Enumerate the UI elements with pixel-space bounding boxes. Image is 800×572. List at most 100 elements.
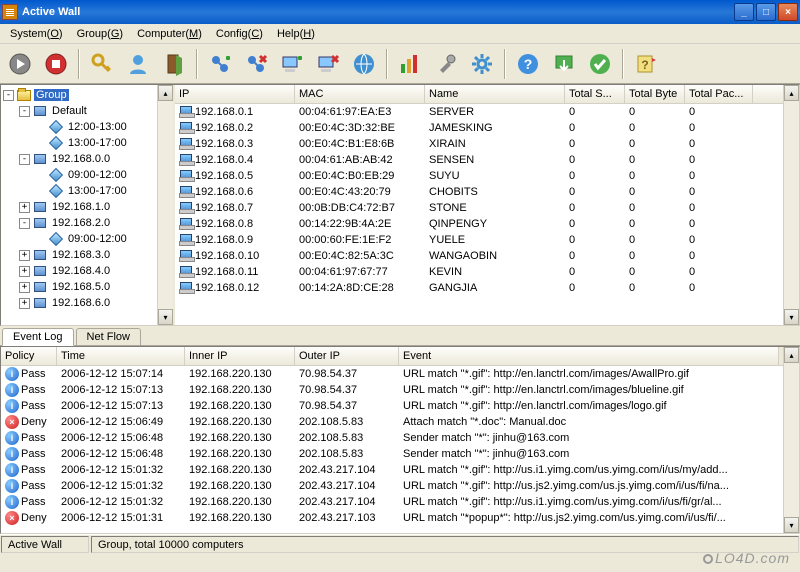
table-row[interactable]: ×Deny2006-12-12 15:01:31192.168.220.1302… [1, 510, 783, 526]
toolbar-comp-add-button[interactable] [276, 48, 308, 80]
table-row[interactable]: 192.168.0.200:E0:4C:3D:32:BEJAMESKING000 [175, 120, 783, 136]
expand-icon[interactable]: - [19, 106, 30, 117]
tree-label[interactable]: 192.168.1.0 [50, 201, 112, 213]
column-header[interactable]: Name [425, 85, 565, 103]
column-header[interactable]: Total Byte [625, 85, 685, 103]
scroll-track[interactable] [784, 363, 799, 517]
toolbar-world-button[interactable] [348, 48, 380, 80]
scroll-down-button[interactable]: ▾ [784, 309, 799, 325]
table-row[interactable]: iPass2006-12-12 15:01:32192.168.220.1302… [1, 462, 783, 478]
scrollbar[interactable]: ▴ ▾ [783, 85, 799, 325]
toolbar-user-button[interactable] [122, 48, 154, 80]
column-header[interactable]: IP [175, 85, 295, 103]
scroll-track[interactable] [158, 101, 173, 309]
expand-icon[interactable]: + [19, 298, 30, 309]
toolbar-door-button[interactable] [158, 48, 190, 80]
toolbar-help-button[interactable]: ? [512, 48, 544, 80]
menu-group[interactable]: Group(G) [71, 26, 129, 42]
scroll-track[interactable] [784, 101, 799, 309]
scrollbar[interactable]: ▴ ▾ [157, 85, 173, 325]
toolbar-tools-button[interactable] [430, 48, 462, 80]
tree-node[interactable]: - 192.168.0.0 [3, 151, 171, 167]
tree-node[interactable]: 13:00-17:00 [3, 183, 171, 199]
table-row[interactable]: ×Deny2006-12-12 15:06:49192.168.220.1302… [1, 414, 783, 430]
tree-node[interactable]: +192.168.6.0 [3, 295, 171, 311]
scroll-up-button[interactable]: ▴ [784, 85, 799, 101]
toolbar-stop-button[interactable] [40, 48, 72, 80]
expand-icon[interactable]: + [19, 282, 30, 293]
tree-node[interactable]: +192.168.4.0 [3, 263, 171, 279]
tree-label[interactable]: Default [50, 105, 89, 117]
tree-node[interactable]: 12:00-13:00 [3, 119, 171, 135]
tree-label[interactable]: 192.168.5.0 [50, 281, 112, 293]
tree-label[interactable]: 192.168.3.0 [50, 249, 112, 261]
menu-computer[interactable]: Computer(M) [131, 26, 208, 42]
column-header[interactable]: Total S... [565, 85, 625, 103]
tree-label[interactable]: 192.168.6.0 [50, 297, 112, 309]
tree-node[interactable]: 09:00-12:00 [3, 231, 171, 247]
tree-label[interactable]: 192.168.0.0 [50, 153, 112, 165]
tree-root[interactable]: - Group [3, 87, 171, 103]
table-row[interactable]: iPass2006-12-12 15:07:13192.168.220.1307… [1, 398, 783, 414]
tree-node[interactable]: - Default [3, 103, 171, 119]
group-tree[interactable]: - Group - Default 12:00-13:00 13:00-17:00 - 1… [1, 85, 175, 325]
table-row[interactable]: 192.168.0.100:04:61:97:EA:E3SERVER000 [175, 104, 783, 120]
toolbar-comp-del-button[interactable] [312, 48, 344, 80]
table-row[interactable]: iPass2006-12-12 15:06:48192.168.220.1302… [1, 430, 783, 446]
tree-node[interactable]: 13:00-17:00 [3, 135, 171, 151]
table-row[interactable]: 192.168.0.500:E0:4C:B0:EB:29SUYU000 [175, 168, 783, 184]
table-row[interactable]: 192.168.0.800:14:22:9B:4A:2EQINPENGY000 [175, 216, 783, 232]
table-row[interactable]: 192.168.0.1200:14:2A:8D:CE:28GANGJIA000 [175, 280, 783, 296]
expand-icon[interactable]: - [19, 154, 30, 165]
table-row[interactable]: iPass2006-12-12 15:01:32192.168.220.1302… [1, 494, 783, 510]
table-row[interactable]: 192.168.0.300:E0:4C:B1:E8:6BXIRAIN000 [175, 136, 783, 152]
tree-node[interactable]: +192.168.5.0 [3, 279, 171, 295]
toolbar-check-button[interactable] [584, 48, 616, 80]
toolbar-play-button[interactable] [4, 48, 36, 80]
toolbar-gear-button[interactable] [466, 48, 498, 80]
toolbar-chart-button[interactable] [394, 48, 426, 80]
tree-node[interactable]: +192.168.1.0 [3, 199, 171, 215]
table-row[interactable]: 192.168.0.1100:04:61:97:67:77KEVIN000 [175, 264, 783, 280]
table-row[interactable]: 192.168.0.400:04:61:AB:AB:42SENSEN000 [175, 152, 783, 168]
toolbar-net-add-button[interactable] [204, 48, 236, 80]
event-log-body[interactable]: iPass2006-12-12 15:07:14192.168.220.1307… [1, 366, 799, 533]
menu-system[interactable]: System(O) [4, 26, 69, 42]
tab-net-flow[interactable]: Net Flow [76, 328, 141, 345]
table-row[interactable]: iPass2006-12-12 15:06:48192.168.220.1302… [1, 446, 783, 462]
tree-label[interactable]: 12:00-13:00 [66, 121, 129, 133]
expand-icon[interactable]: + [19, 250, 30, 261]
table-row[interactable]: iPass2006-12-12 15:01:32192.168.220.1302… [1, 478, 783, 494]
tree-label[interactable]: 192.168.2.0 [50, 217, 112, 229]
tree-label[interactable]: 09:00-12:00 [66, 233, 129, 245]
column-header[interactable]: MAC [295, 85, 425, 103]
column-header[interactable]: Event [399, 347, 779, 365]
scroll-up-button[interactable]: ▴ [784, 347, 799, 363]
column-header[interactable]: Time [57, 347, 185, 365]
scroll-down-button[interactable]: ▾ [784, 517, 799, 533]
tree-node[interactable]: - 192.168.2.0 [3, 215, 171, 231]
tree-node[interactable]: +192.168.3.0 [3, 247, 171, 263]
tree-label[interactable]: 13:00-17:00 [66, 137, 129, 149]
table-row[interactable]: iPass2006-12-12 15:07:14192.168.220.1307… [1, 366, 783, 382]
column-header[interactable]: Total Pac... [685, 85, 753, 103]
toolbar-download-button[interactable] [548, 48, 580, 80]
tree-label[interactable]: 09:00-12:00 [66, 169, 129, 181]
tree-label[interactable]: 192.168.4.0 [50, 265, 112, 277]
table-row[interactable]: 192.168.0.700:0B:DB:C4:72:B7STONE000 [175, 200, 783, 216]
tree-label[interactable]: 13:00-17:00 [66, 185, 129, 197]
toolbar-question-button[interactable]: ? [630, 48, 662, 80]
expand-icon[interactable]: - [19, 218, 30, 229]
table-row[interactable]: 192.168.0.900:00:60:FE:1E:F2YUELE000 [175, 232, 783, 248]
column-header[interactable]: Policy [1, 347, 57, 365]
scroll-down-button[interactable]: ▾ [158, 309, 173, 325]
tab-event-log[interactable]: Event Log [2, 328, 74, 346]
table-row[interactable]: 192.168.0.600:E0:4C:43:20:79CHOBITS000 [175, 184, 783, 200]
toolbar-net-del-button[interactable] [240, 48, 272, 80]
scrollbar[interactable]: ▴ ▾ [783, 347, 799, 533]
close-button[interactable]: × [778, 3, 798, 21]
scroll-up-button[interactable]: ▴ [158, 85, 173, 101]
computer-list-body[interactable]: 192.168.0.100:04:61:97:EA:E3SERVER000192… [175, 104, 799, 325]
expand-icon[interactable]: - [3, 90, 14, 101]
column-header[interactable]: Outer IP [295, 347, 399, 365]
